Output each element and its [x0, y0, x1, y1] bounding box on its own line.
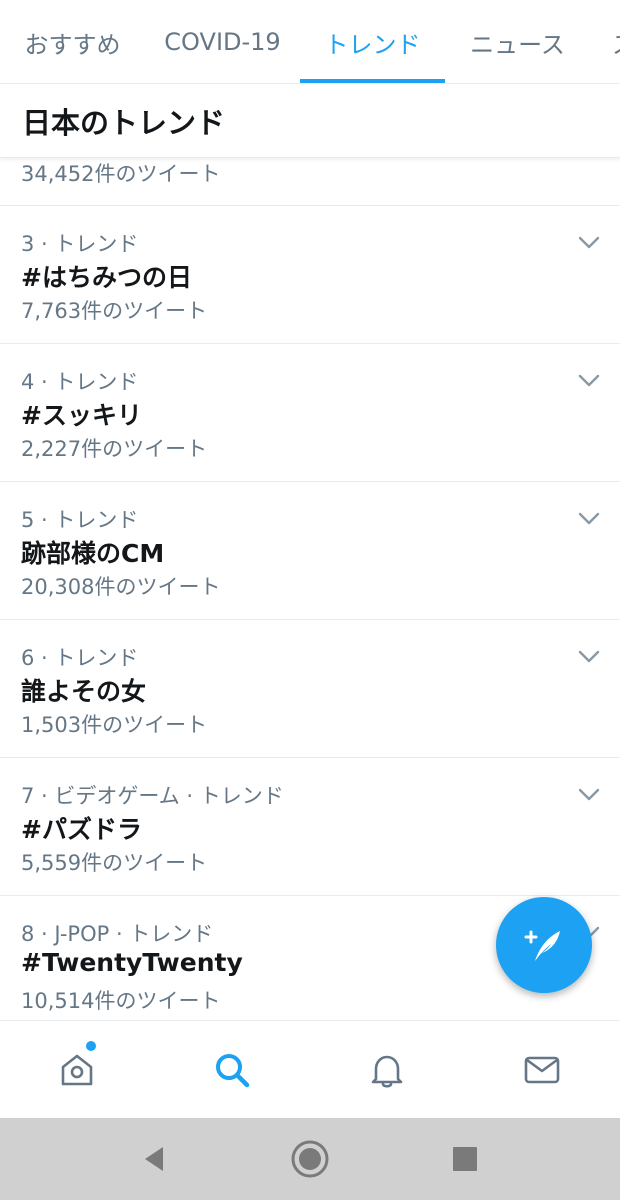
tweet-count: 2,227件のツイート	[21, 437, 208, 461]
tab-covid19[interactable]: COVID-19	[145, 0, 300, 83]
active-tab-indicator	[300, 79, 445, 83]
tweet-count: 7,763件のツイート	[21, 299, 208, 323]
section-title: 日本のトレンド	[0, 84, 620, 158]
trend-name: 誰よその女	[21, 677, 147, 706]
tab-label: ニュース	[470, 30, 565, 59]
tab-news[interactable]: ニュース	[445, 0, 590, 83]
trend-item[interactable]: 6 · トレンド 誰よその女 1,503件のツイート	[0, 620, 620, 758]
trend-name: 跡部様のCM	[21, 539, 165, 568]
nav-search-button[interactable]	[208, 1046, 256, 1094]
trend-meta: 5 · トレンド	[21, 508, 139, 532]
tweet-count: 5,559件のツイート	[21, 851, 208, 875]
system-recents-button[interactable]	[444, 1138, 486, 1180]
trend-item[interactable]: 7 · ビデオゲーム · トレンド #パズドラ 5,559件のツイート	[0, 758, 620, 896]
trend-name: #TwentyTwenty	[21, 948, 243, 977]
trend-name: #スッキリ	[21, 401, 142, 430]
home-circle-icon	[291, 1140, 329, 1178]
unread-indicator-dot	[86, 1041, 96, 1051]
chevron-down-icon[interactable]	[578, 788, 600, 802]
tab-recommended[interactable]: おすすめ	[0, 0, 145, 83]
trend-meta: 6 · トレンド	[21, 646, 139, 670]
trend-meta: 3 · トレンド	[21, 232, 139, 256]
chevron-down-icon[interactable]	[578, 236, 600, 250]
tab-trends[interactable]: トレンド	[300, 0, 445, 83]
trend-item[interactable]: 3 · トレンド #はちみつの日 7,763件のツイート	[0, 206, 620, 344]
tab-label: おすすめ	[24, 30, 121, 59]
nav-home-button[interactable]	[53, 1046, 101, 1094]
tweet-count: 10,514件のツイート	[21, 989, 221, 1013]
system-home-button[interactable]	[289, 1138, 331, 1180]
trend-item[interactable]: 4 · トレンド #スッキリ 2,227件のツイート	[0, 344, 620, 482]
tab-label: COVID-19	[164, 28, 281, 56]
system-back-button[interactable]	[133, 1138, 175, 1180]
nav-notifications-button[interactable]	[363, 1046, 411, 1094]
recents-icon	[453, 1147, 477, 1171]
trend-meta: 7 · ビデオゲーム · トレンド	[21, 784, 284, 808]
trend-name: #はちみつの日	[21, 263, 192, 292]
compose-tweet-icon	[524, 930, 560, 961]
back-icon	[145, 1147, 163, 1171]
trend-meta: 4 · トレンド	[21, 370, 139, 394]
system-navigation-bar	[0, 1118, 620, 1200]
compose-tweet-button[interactable]	[496, 897, 592, 993]
tweet-count: 1,503件のツイート	[21, 713, 208, 737]
nav-messages-button[interactable]	[518, 1046, 566, 1094]
bell-icon	[371, 1055, 403, 1088]
chevron-down-icon[interactable]	[578, 512, 600, 526]
explore-tab-bar: おすすめ COVID-19 トレンド ニュース ス	[0, 0, 620, 84]
tab-label: ス	[612, 25, 620, 60]
trend-item-partial[interactable]: 34,452件のツイート	[0, 158, 620, 206]
mail-icon	[524, 1056, 560, 1084]
trend-name: #パズドラ	[21, 815, 142, 844]
bottom-navigation	[0, 1020, 620, 1118]
trend-item[interactable]: 5 · トレンド 跡部様のCM 20,308件のツイート	[0, 482, 620, 620]
chevron-down-icon[interactable]	[578, 374, 600, 388]
tweet-count: 34,452件のツイート	[21, 162, 221, 186]
trend-meta: 8 · J-POP · トレンド	[21, 922, 214, 946]
tab-next[interactable]: ス	[600, 0, 620, 83]
search-icon	[216, 1054, 250, 1088]
tab-label: トレンド	[324, 30, 421, 59]
chevron-down-icon[interactable]	[578, 650, 600, 664]
tweet-count: 20,308件のツイート	[21, 575, 221, 599]
home-icon	[61, 1054, 93, 1086]
